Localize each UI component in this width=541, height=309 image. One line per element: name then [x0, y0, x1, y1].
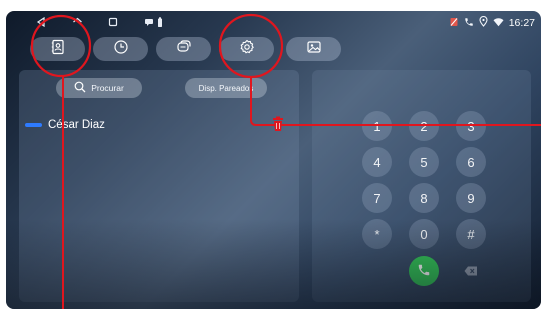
contact-list-item[interactable]: César Diaz [25, 119, 105, 131]
search-label: Procurar [91, 83, 124, 93]
contacts-panel: Procurar Disp. Pareados César Diaz [19, 70, 299, 302]
clock-icon [113, 39, 129, 60]
search-icon [74, 81, 86, 95]
phone-call-icon [417, 263, 431, 280]
backspace-icon [464, 264, 478, 279]
contact-name: César Diaz [48, 119, 105, 131]
keypad-key-0[interactable]: 0 [409, 219, 439, 249]
keypad-key-6[interactable]: 6 [456, 147, 486, 177]
call-button[interactable] [409, 256, 439, 286]
phone-icon [464, 17, 474, 30]
keypad-key-star[interactable]: * [362, 219, 392, 249]
search-button[interactable]: Procurar [56, 78, 142, 98]
battery-icon [153, 15, 167, 29]
infotainment-screen: 16:27 Procurar Disp. Pareados César Diaz… [6, 11, 541, 309]
dial-keypad-panel: 1 2 3 4 5 6 7 8 9 * 0 # [312, 70, 531, 302]
tab-recents[interactable] [93, 37, 148, 61]
contact-accent-bar [25, 123, 42, 127]
tab-settings[interactable] [219, 37, 274, 61]
messages-icon [176, 39, 192, 60]
gear-icon [239, 39, 255, 60]
location-icon [479, 15, 488, 30]
keypad-key-3[interactable]: 3 [456, 111, 486, 141]
back-icon[interactable] [34, 15, 48, 29]
keypad-key-1[interactable]: 1 [362, 111, 392, 141]
keypad-key-7[interactable]: 7 [362, 183, 392, 213]
backspace-button[interactable] [456, 256, 486, 286]
paired-devices-button[interactable]: Disp. Pareados [185, 78, 267, 98]
wifi-icon [493, 17, 504, 30]
tab-contacts[interactable] [30, 37, 85, 61]
keypad-key-8[interactable]: 8 [409, 183, 439, 213]
keypad-key-hash[interactable]: # [456, 219, 486, 249]
status-bar: 16:27 [6, 11, 541, 33]
image-icon [306, 39, 322, 60]
home-icon[interactable] [70, 15, 84, 29]
tab-messages[interactable] [156, 37, 211, 61]
recents-icon[interactable] [106, 15, 120, 29]
no-sim-icon [449, 17, 459, 30]
clock-time: 16:27 [508, 17, 535, 29]
keypad-key-4[interactable]: 4 [362, 147, 392, 177]
contacts-icon [50, 39, 66, 60]
keypad-key-9[interactable]: 9 [456, 183, 486, 213]
keypad-key-2[interactable]: 2 [409, 111, 439, 141]
tab-gallery[interactable] [286, 37, 341, 61]
keypad-key-5[interactable]: 5 [409, 147, 439, 177]
paired-devices-label: Disp. Pareados [198, 83, 254, 93]
